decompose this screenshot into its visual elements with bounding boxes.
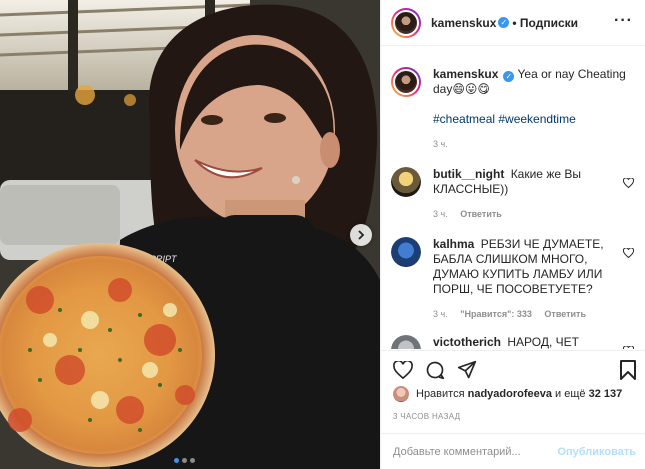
publish-button[interactable]: Опубликовать	[557, 446, 636, 458]
more-options-icon[interactable]: ···	[614, 12, 633, 30]
comment-username[interactable]: butik__night	[433, 167, 504, 181]
verified-badge-icon: ✓	[503, 71, 515, 82]
comments-list[interactable]: kamenskux ✓ Yea or nay Cheating day😄😛😋 #c…	[381, 47, 645, 349]
caption-username[interactable]: kamenskux	[433, 67, 498, 81]
caption: kamenskux ✓ Yea or nay Cheating day😄😛😋 #c…	[391, 67, 636, 149]
reply-button[interactable]: Ответить	[544, 309, 586, 319]
carousel-dot	[190, 458, 195, 463]
commenter-avatar[interactable]	[391, 167, 421, 197]
comment-item: victotherich НАРОД, ЧЕТ	[391, 335, 636, 349]
following-label[interactable]: • Подписки	[512, 16, 578, 30]
caption-avatar[interactable]	[391, 67, 421, 97]
carousel-indicator	[174, 458, 195, 463]
next-arrow-icon	[356, 230, 366, 240]
commenter-avatar[interactable]	[391, 335, 421, 349]
share-icon[interactable]	[457, 360, 477, 385]
comment-likes-count[interactable]: "Нравится": 333	[460, 309, 532, 319]
author-avatar[interactable]	[391, 7, 421, 38]
author-username[interactable]: kamenskux	[431, 16, 496, 30]
likes-count[interactable]: 32 137	[589, 388, 623, 400]
carousel-dot	[182, 458, 187, 463]
liker-username[interactable]: nadyadorofeeva	[468, 388, 552, 400]
caption-hashtags[interactable]: #cheatmeal #weekendtime	[433, 112, 636, 127]
reply-button[interactable]: Ответить	[460, 209, 502, 219]
next-photo-button[interactable]	[350, 224, 372, 246]
comment-like-heart-icon[interactable]	[622, 175, 635, 193]
comment-time: 3 ч.	[433, 309, 448, 319]
post-actions	[381, 350, 645, 386]
bookmark-icon[interactable]	[620, 360, 636, 385]
liker-avatar	[393, 386, 409, 402]
heart-icon[interactable]	[393, 359, 413, 384]
caption-time: 3 ч.	[433, 139, 448, 149]
comment-like-heart-icon[interactable]	[622, 343, 635, 349]
comment-username[interactable]: victotherich	[433, 335, 501, 349]
post-timestamp[interactable]: 3 ЧАСОВ НАЗАД	[393, 412, 460, 421]
comment-item: kalhma РЕБЗИ ЧЕ ДУМАЕТЕ, БАБЛА СЛИШКОМ М…	[391, 237, 636, 319]
comment-input[interactable]	[393, 445, 558, 458]
comment-username[interactable]: kalhma	[433, 237, 474, 251]
likes-middle: и ещё	[555, 388, 586, 400]
comment-icon[interactable]	[425, 360, 445, 385]
post-details-panel: kamenskux ✓ • Подписки ··· kamenskux ✓ Ye…	[380, 0, 645, 469]
add-comment-bar: Опубликовать	[381, 433, 645, 469]
verified-badge-icon: ✓	[498, 17, 510, 28]
post-photo-image: SRIPT	[0, 0, 380, 469]
comment-item: butik__night Какие же Вы КЛАССНЫЕ)) 3 ч.…	[391, 167, 636, 219]
comment-time: 3 ч.	[433, 209, 448, 219]
comment-text: НАРОД, ЧЕТ	[507, 335, 579, 349]
carousel-dot	[174, 458, 179, 463]
likes-prefix: Нравится	[416, 388, 465, 400]
likes-summary[interactable]: Нравится nadyadorofeeva и ещё 32 137	[393, 386, 622, 402]
comment-like-heart-icon[interactable]	[622, 245, 635, 263]
post-header: kamenskux ✓ • Подписки ···	[381, 0, 645, 46]
post-photo[interactable]: SRIPT	[0, 0, 380, 469]
commenter-avatar[interactable]	[391, 237, 421, 267]
